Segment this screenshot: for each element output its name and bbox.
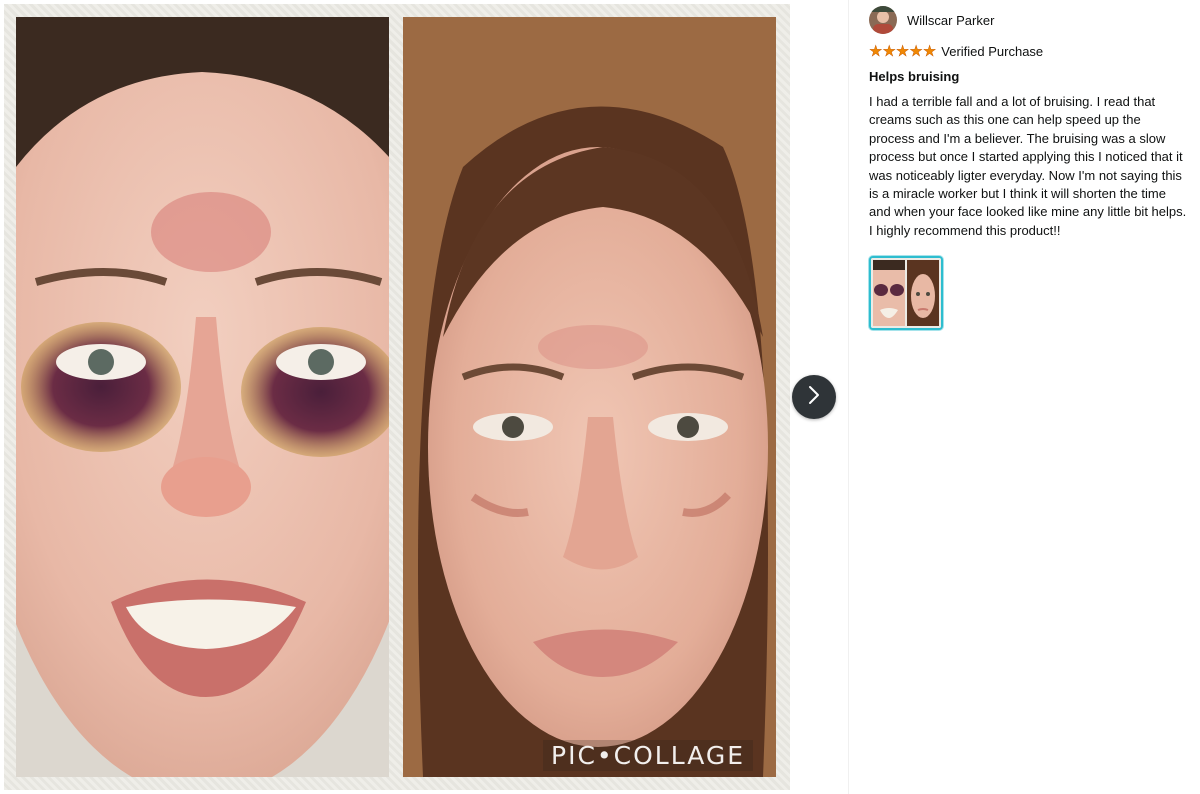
photo-collage: PIC•COLLAGE bbox=[4, 4, 790, 790]
review-title: Helps bruising bbox=[869, 69, 960, 84]
pic-collage-watermark: PIC•COLLAGE bbox=[543, 740, 754, 771]
panel-divider bbox=[848, 0, 849, 794]
star-icon: ★ bbox=[882, 41, 896, 60]
star-icon: ★ bbox=[909, 41, 923, 60]
review-media-page: PIC•COLLAGE Willscar Parker ★ ★ ★ ★ ★ Ve… bbox=[0, 0, 1200, 794]
review-panel: Willscar Parker ★ ★ ★ ★ ★ Verified Purch… bbox=[869, 6, 1191, 331]
next-image-button[interactable] bbox=[792, 375, 836, 419]
review-body: I had a terrible fall and a lot of bruis… bbox=[869, 94, 1187, 238]
star-icon: ★ bbox=[869, 41, 883, 60]
star-icon: ★ bbox=[922, 41, 937, 60]
after-photo: PIC•COLLAGE bbox=[403, 17, 776, 777]
star-icon: ★ bbox=[895, 41, 910, 60]
media-viewer: PIC•COLLAGE bbox=[0, 0, 848, 794]
reviewer-profile[interactable]: Willscar Parker bbox=[869, 6, 1191, 34]
star-rating[interactable]: ★ ★ ★ ★ ★ bbox=[869, 41, 937, 60]
review-image-thumbnail[interactable] bbox=[869, 256, 943, 331]
before-photo bbox=[16, 17, 389, 777]
verified-purchase-badge: Verified Purchase bbox=[941, 43, 1044, 59]
avatar[interactable] bbox=[869, 6, 897, 34]
rating-row: ★ ★ ★ ★ ★ Verified Purchase bbox=[869, 42, 1191, 60]
reviewer-name[interactable]: Willscar Parker bbox=[907, 13, 994, 28]
chevron-right-icon bbox=[807, 385, 821, 409]
